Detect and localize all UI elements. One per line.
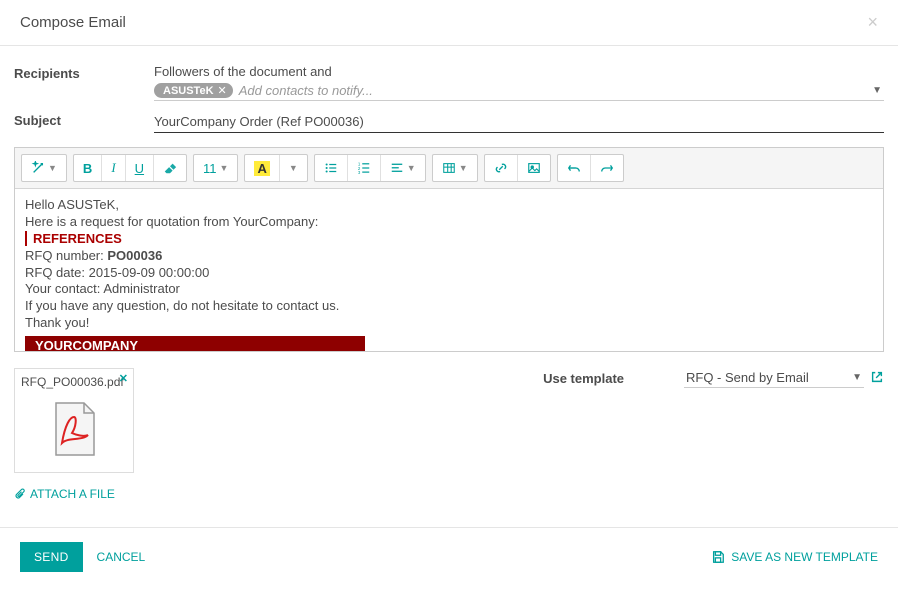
recipients-intro: Followers of the document and [154,64,884,79]
body-closing1: If you have any question, do not hesitat… [25,298,873,315]
image-button[interactable] [518,155,550,181]
editor-toolbar: ▼ B I U 11 ▼ [15,148,883,189]
color-dropdown[interactable]: ▼ [280,155,307,181]
save-as-template-button[interactable]: SAVE AS NEW TEMPLATE [711,550,878,564]
link-icon [494,161,508,175]
table-dropdown[interactable]: ▼ [433,155,477,181]
undo-icon [567,161,581,175]
external-link-icon[interactable] [870,370,884,387]
style-dropdown[interactable]: ▼ [22,155,66,181]
italic-button[interactable]: I [102,155,125,181]
template-selected-value: RFQ - Send by Email [686,370,809,385]
eraser-icon [163,161,177,175]
body-rfq-number: RFQ number: PO00036 [25,248,873,265]
body-references-header: REFERENCES [25,231,873,248]
align-icon [390,161,404,175]
font-size-value: 11 [203,161,217,176]
tag-remove-icon[interactable]: ✕ [218,84,227,97]
subject-label: Subject [14,111,154,128]
subject-input[interactable] [154,111,884,133]
paperclip-icon [14,488,26,500]
dialog-title: Compose Email [20,14,126,31]
link-button[interactable] [485,155,518,181]
recipients-input[interactable]: ASUSTeK ✕ Add contacts to notify... [154,83,884,101]
chevron-down-icon[interactable]: ▼ [872,85,882,96]
highlight-letter: A [254,161,269,176]
table-icon [442,161,456,175]
send-button[interactable]: SEND [20,542,83,572]
attachment-remove-icon[interactable]: ✕ [119,372,128,385]
attachment-card[interactable]: RFQ_PO00036.pdf ✕ [14,368,134,473]
redo-icon [600,161,614,175]
body-greeting: Hello ASUSTeK, [25,197,873,214]
recipients-label: Recipients [14,64,154,81]
font-size-dropdown[interactable]: 11 ▼ [194,155,237,181]
align-dropdown[interactable]: ▼ [381,155,425,181]
body-closing2: Thank you! [25,315,873,332]
save-as-template-label: SAVE AS NEW TEMPLATE [731,550,878,564]
chevron-down-icon: ▼ [407,163,416,173]
body-intro: Here is a request for quotation from You… [25,214,873,231]
ol-icon: 123 [357,161,371,175]
magic-wand-icon [31,161,45,175]
close-icon[interactable]: × [867,12,878,33]
undo-button[interactable] [558,155,591,181]
chevron-down-icon[interactable]: ▼ [852,372,862,383]
attachment-filename: RFQ_PO00036.pdf [21,375,127,395]
unordered-list-button[interactable] [315,155,348,181]
email-body-editor[interactable]: Hello ASUSTeK, Here is a request for quo… [15,189,883,351]
attach-file-link[interactable]: ATTACH A FILE [14,487,115,501]
chevron-down-icon: ▼ [289,163,298,173]
template-select[interactable]: RFQ - Send by Email ▼ [684,368,864,388]
body-rfq-date: RFQ date: 2015-09-09 00:00:00 [25,265,873,282]
ordered-list-button[interactable]: 123 [348,155,381,181]
erase-button[interactable] [154,155,186,181]
chevron-down-icon: ▼ [48,163,57,173]
underline-button[interactable]: U [126,155,154,181]
highlight-button[interactable]: A [245,155,279,181]
recipients-placeholder: Add contacts to notify... [239,83,884,98]
recipient-tag-label: ASUSTeK [163,85,214,97]
use-template-label: Use template [543,371,624,386]
ul-icon [324,161,338,175]
cancel-button[interactable]: CANCEL [83,542,160,572]
bold-button[interactable]: B [74,155,102,181]
body-contact: Your contact: Administrator [25,281,873,298]
image-icon [527,161,541,175]
chevron-down-icon: ▼ [220,163,229,173]
svg-text:3: 3 [358,170,361,175]
redo-button[interactable] [591,155,623,181]
company-header: YOURCOMPANY [25,336,365,351]
recipient-tag[interactable]: ASUSTeK ✕ [154,83,233,98]
chevron-down-icon: ▼ [459,163,468,173]
attach-file-label: ATTACH A FILE [30,487,115,501]
pdf-file-icon [44,399,104,459]
save-icon [711,550,725,564]
